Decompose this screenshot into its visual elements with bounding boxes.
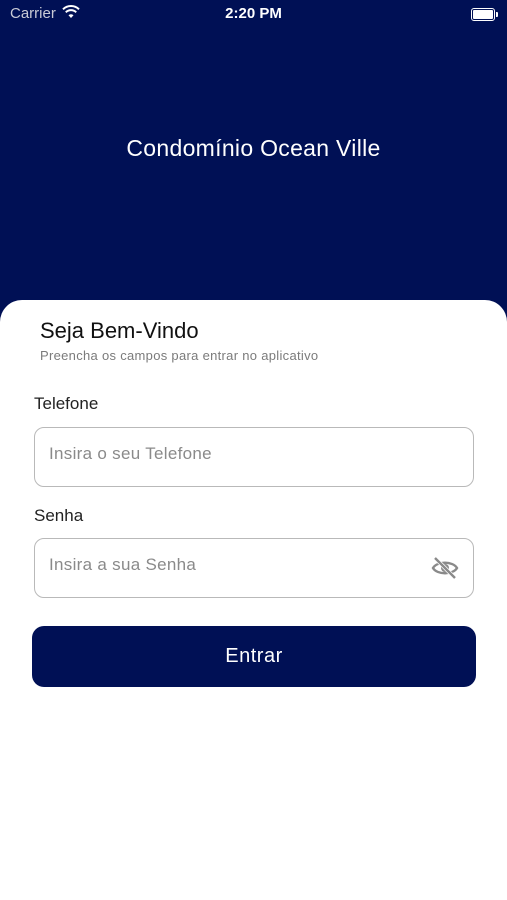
app-title: Condomínio Ocean Ville bbox=[126, 135, 381, 161]
battery-icon bbox=[471, 8, 498, 21]
login-button[interactable]: Entrar bbox=[32, 626, 476, 687]
header-background: Carrier 2:20 PM Condomínio Ocean Ville bbox=[0, 0, 507, 340]
password-label: Senha bbox=[34, 506, 84, 525]
welcome-heading: Seja Bem-Vindo bbox=[40, 318, 199, 343]
eye-off-icon[interactable] bbox=[431, 556, 459, 580]
phone-label: Telefone bbox=[34, 394, 99, 413]
password-placeholder: Insira a sua Senha bbox=[49, 555, 197, 574]
password-input[interactable]: Insira a sua Senha bbox=[34, 538, 474, 598]
status-time: 2:20 PM bbox=[225, 5, 282, 22]
login-sheet: Seja Bem-Vindo Preencha os campos para e… bbox=[0, 300, 507, 900]
welcome-subtitle: Preencha os campos para entrar no aplica… bbox=[40, 348, 319, 363]
phone-input[interactable]: Insira o seu Telefone bbox=[34, 427, 474, 487]
status-bar: Carrier 2:20 PM bbox=[0, 0, 507, 28]
phone-placeholder: Insira o seu Telefone bbox=[49, 444, 212, 463]
